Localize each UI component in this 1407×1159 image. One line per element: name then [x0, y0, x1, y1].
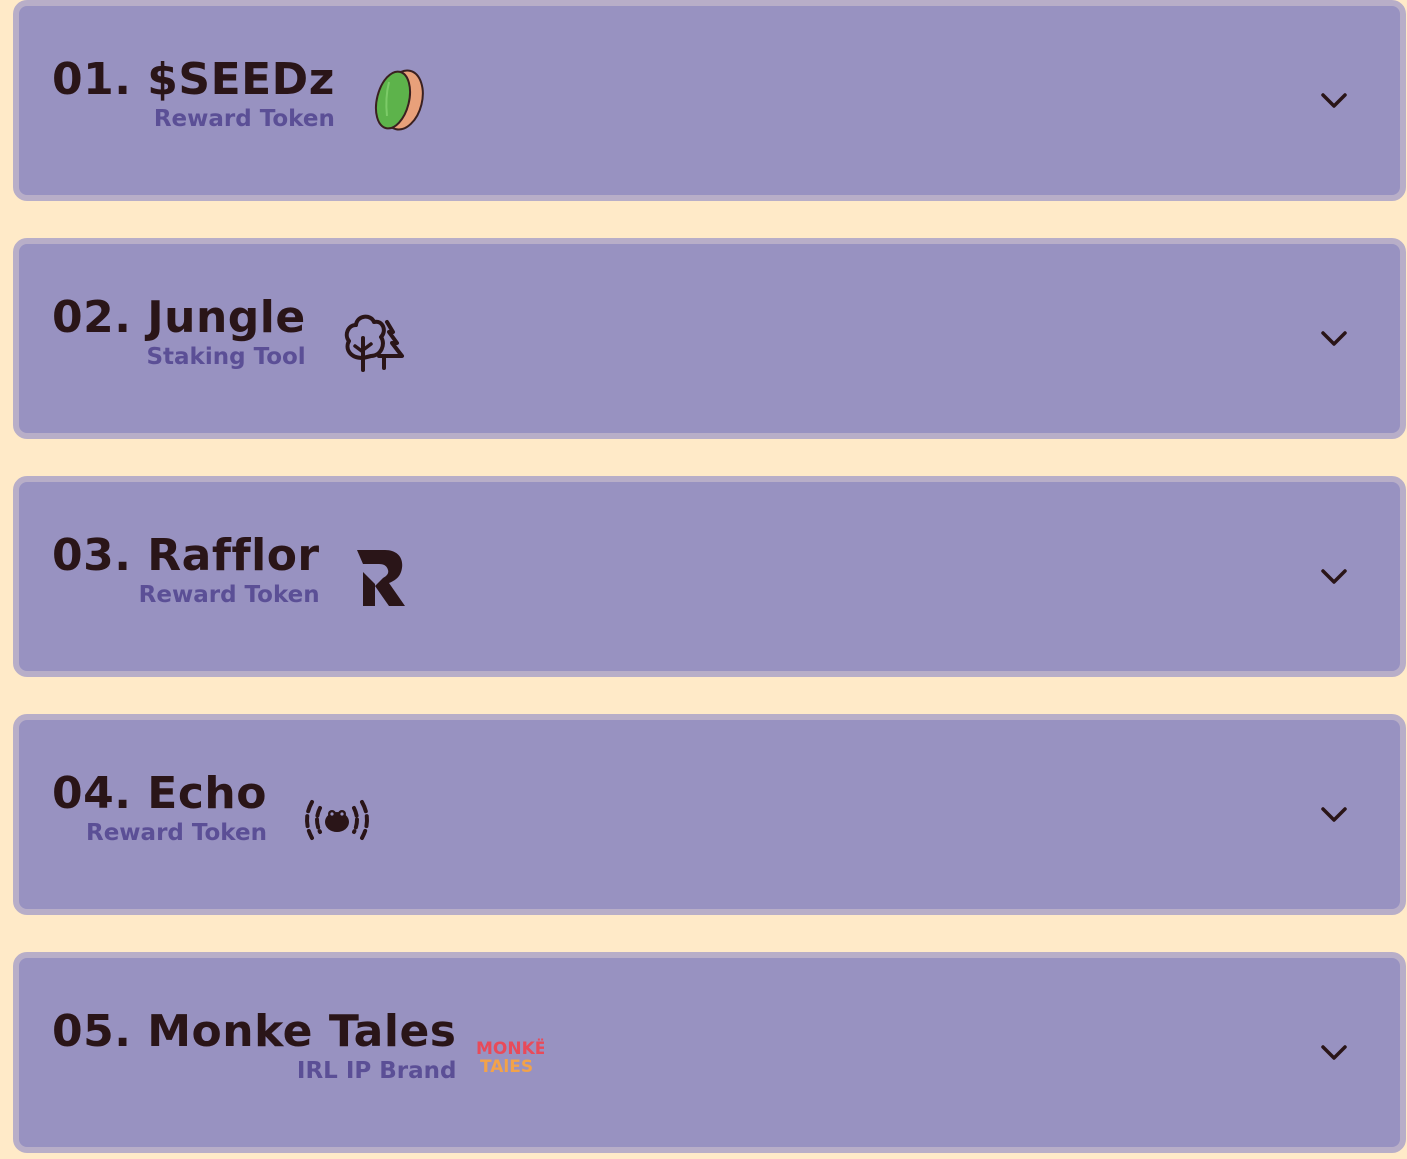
chevron-down-icon[interactable] [1318, 87, 1350, 113]
accordion-item-echo[interactable]: 04. Echo Reward Token [13, 714, 1406, 915]
chevron-down-icon[interactable] [1318, 1039, 1350, 1065]
accordion-item-monke-tales[interactable]: 05. Monke Tales IRL IP Brand MONKË TAlES [13, 952, 1406, 1153]
item-title-block: 04. Echo Reward Token [52, 768, 267, 846]
item-title-block: 01. $SEEDz Reward Token [52, 54, 335, 132]
seed-icon [374, 69, 424, 131]
item-subtitle: IRL IP Brand [296, 1058, 457, 1084]
item-subtitle: Reward Token [138, 582, 320, 608]
accordion-item-rafflor[interactable]: 03. Rafflor Reward Token [13, 476, 1406, 677]
item-title: 02. Jungle [52, 292, 306, 343]
item-title-block: 05. Monke Tales IRL IP Brand [52, 1006, 457, 1084]
item-title: 05. Monke Tales [52, 1006, 457, 1057]
item-title: 04. Echo [52, 768, 267, 819]
accordion-item-seedz[interactable]: 01. $SEEDz Reward Token [13, 0, 1406, 201]
chevron-down-icon[interactable] [1318, 325, 1350, 351]
rafflor-logo-icon [357, 550, 405, 606]
chevron-down-icon[interactable] [1318, 801, 1350, 827]
item-title-block: 02. Jungle Staking Tool [52, 292, 306, 370]
trees-icon [344, 314, 404, 372]
item-subtitle: Reward Token [153, 106, 335, 132]
monke-tales-logo: MONKË TAlES [476, 1037, 544, 1077]
item-title: 03. Rafflor [52, 530, 320, 581]
item-subtitle: Staking Tool [146, 344, 306, 370]
logo-text-line1: MONKË [476, 1037, 544, 1059]
echo-broadcast-icon [305, 800, 369, 840]
item-title-block: 03. Rafflor Reward Token [52, 530, 320, 608]
item-subtitle: Reward Token [85, 820, 267, 846]
chevron-down-icon[interactable] [1318, 563, 1350, 589]
item-title: 01. $SEEDz [52, 54, 335, 105]
logo-text-line2: TAlES [480, 1057, 533, 1077]
accordion-item-jungle[interactable]: 02. Jungle Staking Tool [13, 238, 1406, 439]
